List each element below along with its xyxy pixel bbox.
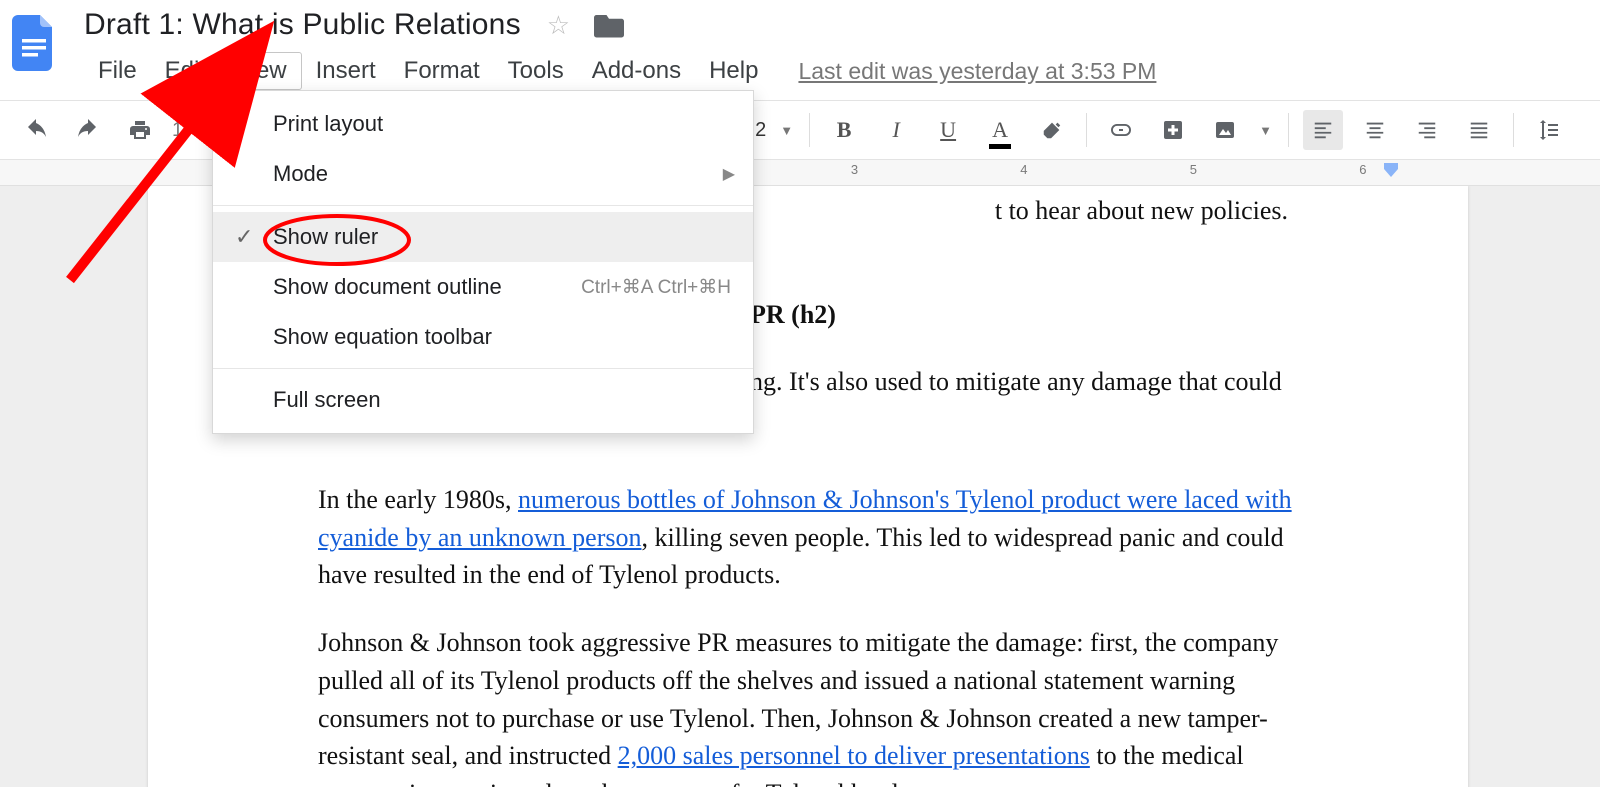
bold-button[interactable]: B [824, 110, 864, 150]
underline-button[interactable]: U [928, 110, 968, 150]
text[interactable]: In the early 1980s, [318, 485, 518, 514]
menu-edit[interactable]: Edit [151, 53, 220, 89]
move-to-folder-icon[interactable] [594, 12, 624, 38]
submenu-arrow-icon: ▶ [723, 164, 735, 184]
ruler-number: 6 [1359, 162, 1366, 177]
align-right-button[interactable] [1407, 110, 1447, 150]
redo-button[interactable] [68, 110, 108, 150]
menu-item-label: Show ruler [273, 224, 378, 250]
star-icon[interactable]: ☆ [547, 10, 570, 41]
italic-button[interactable]: I [876, 110, 916, 150]
image-dropdown-icon[interactable]: ▼ [1251, 123, 1280, 138]
insert-link-button[interactable] [1101, 110, 1141, 150]
separator [809, 113, 810, 147]
ruler-number: 3 [851, 162, 858, 177]
menu-item-show-ruler[interactable]: ✓ Show ruler [213, 212, 753, 262]
paragraph[interactable]: Johnson & Johnson took aggressive PR mea… [318, 624, 1298, 787]
separator [1513, 113, 1514, 147]
right-indent-marker-icon[interactable] [1384, 163, 1398, 184]
view-menu-dropdown: Print layout Mode ▶ ✓ Show ruler Show do… [212, 90, 754, 434]
menu-format[interactable]: Format [390, 53, 494, 89]
text-color-button[interactable]: A [980, 110, 1020, 150]
align-left-button[interactable] [1303, 110, 1343, 150]
menu-item-full-screen[interactable]: Full screen [213, 375, 753, 425]
line-spacing-button[interactable] [1528, 110, 1568, 150]
menu-item-label: Show equation toolbar [273, 324, 492, 350]
doc-title[interactable]: Draft 1: What is Public Relations [84, 8, 521, 42]
docs-header: Draft 1: What is Public Relations ☆ File… [0, 0, 1600, 90]
insert-comment-button[interactable] [1153, 110, 1193, 150]
separator [1288, 113, 1289, 147]
menu-addons[interactable]: Add-ons [578, 53, 695, 89]
menu-item-label: Mode [273, 161, 328, 187]
menu-separator [213, 205, 753, 206]
menu-item-print-layout[interactable]: Print layout [213, 99, 753, 149]
menubar: File Edit View Insert Format Tools Add-o… [84, 52, 1592, 90]
align-center-button[interactable] [1355, 110, 1395, 150]
undo-button[interactable] [16, 110, 56, 150]
menu-item-mode[interactable]: Mode ▶ [213, 149, 753, 199]
link-sales-presentations[interactable]: 2,000 sales personnel to deliver present… [618, 741, 1090, 770]
menu-item-label: Print layout [273, 111, 383, 137]
paragraph[interactable]: In the early 1980s, numerous bottles of … [318, 481, 1298, 594]
menu-shortcut: Ctrl+⌘A Ctrl+⌘H [581, 276, 731, 299]
align-buttons [1297, 110, 1505, 150]
font-size-dropdown-icon[interactable]: ▼ [772, 123, 801, 138]
last-edit-link[interactable]: Last edit was yesterday at 3:53 PM [798, 58, 1156, 85]
ruler-number: 5 [1190, 162, 1197, 177]
print-button[interactable] [120, 110, 160, 150]
menu-item-label: Full screen [273, 387, 381, 413]
menu-separator [213, 368, 753, 369]
insert-image-button[interactable] [1205, 110, 1245, 150]
separator [1086, 113, 1087, 147]
menu-insert[interactable]: Insert [302, 53, 390, 89]
menu-item-show-outline[interactable]: Show document outline Ctrl+⌘A Ctrl+⌘H [213, 262, 753, 312]
toolbar-hidden-left: 1 [166, 119, 189, 142]
menu-help[interactable]: Help [695, 53, 772, 89]
menu-tools[interactable]: Tools [494, 53, 578, 89]
align-justify-button[interactable] [1459, 110, 1499, 150]
highlight-button[interactable] [1032, 110, 1072, 150]
menu-item-show-equation-toolbar[interactable]: Show equation toolbar [213, 312, 753, 362]
menu-view[interactable]: View [220, 52, 302, 90]
check-icon: ✓ [235, 224, 253, 250]
ruler-number: 4 [1020, 162, 1027, 177]
menu-item-label: Show document outline [273, 274, 502, 300]
menu-file[interactable]: File [84, 53, 151, 89]
docs-logo-icon[interactable] [8, 8, 60, 78]
